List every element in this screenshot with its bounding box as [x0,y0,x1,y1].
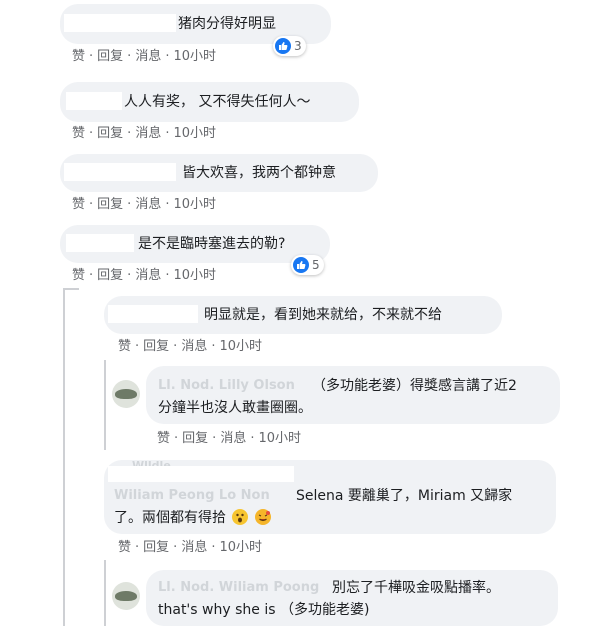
blurred-author-name: Ll. Nod. Lilly Olson [158,378,295,393]
comment-bubble: 是不是臨時塞進去的勒? [60,225,330,263]
avatar[interactable] [112,380,140,408]
thread-line [104,560,106,626]
thread-line [63,288,65,626]
comment-text: 明显就是，看到她来就给，不来就不给 [204,307,442,323]
comment-text: 皆大欢喜，我两个都钟意 [182,165,336,181]
emoji-face-icon [254,509,271,525]
message-link[interactable]: 消息 [135,193,161,212]
comment-actions: 赞 · 回复 · 消息 · 10小时 [72,264,216,283]
thumbs-up-icon [293,257,309,273]
message-link[interactable]: 消息 [220,427,246,446]
like-link[interactable]: 赞 [72,264,85,283]
redacted-name [66,92,122,110]
reply-link[interactable]: 回复 [182,427,208,446]
message-link[interactable]: 消息 [135,264,161,283]
comment-text: 猪肉分得好明显 [178,16,276,32]
timestamp[interactable]: 10小时 [173,264,216,283]
reply-link[interactable]: 回复 [97,193,123,212]
thread-line [63,288,79,290]
comment-actions: 赞 · 回复 · 消息 · 10小时 [72,45,216,64]
comment-text: 了。兩個都有得拾 [114,508,271,528]
comment-bubble: Wlldle Wiliam Peong Lo Non Selena 要離巢了，M… [104,459,556,534]
comment-text: 了。兩個都有得拾 [114,510,226,526]
redacted-name [64,163,176,181]
timestamp[interactable]: 10小时 [219,335,262,354]
blurred-author-name: Ll. Nod. Wiliam Poong [158,580,320,595]
timestamp[interactable]: 10小时 [173,193,216,212]
comment-bubble: Ll. Nod. Lilly Olson （多功能老婆）得獎感言講了近2 分鐘半… [146,366,560,424]
comment-actions: 赞 · 回复 · 消息 · 10小时 [72,193,216,212]
redacted-name [64,14,176,32]
redacted-name [108,466,294,482]
like-link[interactable]: 赞 [72,193,85,212]
reply-link[interactable]: 回复 [143,536,169,555]
redacted-name [108,305,198,323]
timestamp[interactable]: 10小时 [173,122,216,141]
redacted-avatar [76,302,104,330]
comment-text: that's why she is （多功能老婆) [158,602,370,618]
reaction-summary[interactable]: 5 [291,255,324,275]
reaction-count: 3 [294,39,302,53]
comment-text: 分鐘半也沒人敢畫圈圈。 [158,400,312,416]
comment-bubble: Ll. Nod. Wiliam Poong 別忘了千樺吸金吸點播率。 that'… [146,570,558,626]
message-link[interactable]: 消息 [135,122,161,141]
comment-text: Selena 要離巢了，Miriam 又歸家 [296,488,513,504]
thumbs-up-icon [275,38,291,54]
blurred-author-name: Wiliam Peong Lo Non [114,488,270,503]
comment-text: 是不是臨時塞進去的勒? [138,236,286,252]
message-link[interactable]: 消息 [135,45,161,64]
timestamp[interactable]: 10小时 [173,45,216,64]
comment-text: （多功能老婆）得獎感言講了近2 [312,378,517,394]
emoji-face-icon [232,509,249,525]
thread-line [104,360,106,450]
like-link[interactable]: 赞 [72,45,85,64]
like-link[interactable]: 赞 [72,122,85,141]
timestamp[interactable]: 10小时 [219,536,262,555]
reply-link[interactable]: 回复 [97,264,123,283]
message-link[interactable]: 消息 [181,335,207,354]
comment-bubble: 明显就是，看到她来就给，不来就不给 [104,296,502,334]
timestamp[interactable]: 10小时 [258,427,301,446]
comment-actions: 赞 · 回复 · 消息 · 10小时 [118,335,262,354]
reply-link[interactable]: 回复 [97,122,123,141]
reply-link[interactable]: 回复 [97,45,123,64]
redacted-name [66,234,134,252]
message-link[interactable]: 消息 [181,536,207,555]
comment-actions: 赞 · 回复 · 消息 · 10小时 [118,536,262,555]
like-link[interactable]: 赞 [118,536,131,555]
comment-bubble: 皆大欢喜，我两个都钟意 [60,154,378,192]
reaction-count: 5 [312,258,320,272]
comment-text: 人人有奖， 又不得失任何人～ [124,94,311,110]
comment-bubble: 人人有奖， 又不得失任何人～ [60,82,359,122]
avatar[interactable] [112,582,140,610]
comment-text: 別忘了千樺吸金吸點播率。 [332,580,500,596]
like-link[interactable]: 赞 [118,335,131,354]
reaction-summary[interactable]: 3 [273,36,306,56]
like-link[interactable]: 赞 [157,427,170,446]
reply-link[interactable]: 回复 [143,335,169,354]
comment-actions: 赞 · 回复 · 消息 · 10小时 [72,122,216,141]
comment-actions: 赞 · 回复 · 消息 · 10小时 [157,427,301,446]
